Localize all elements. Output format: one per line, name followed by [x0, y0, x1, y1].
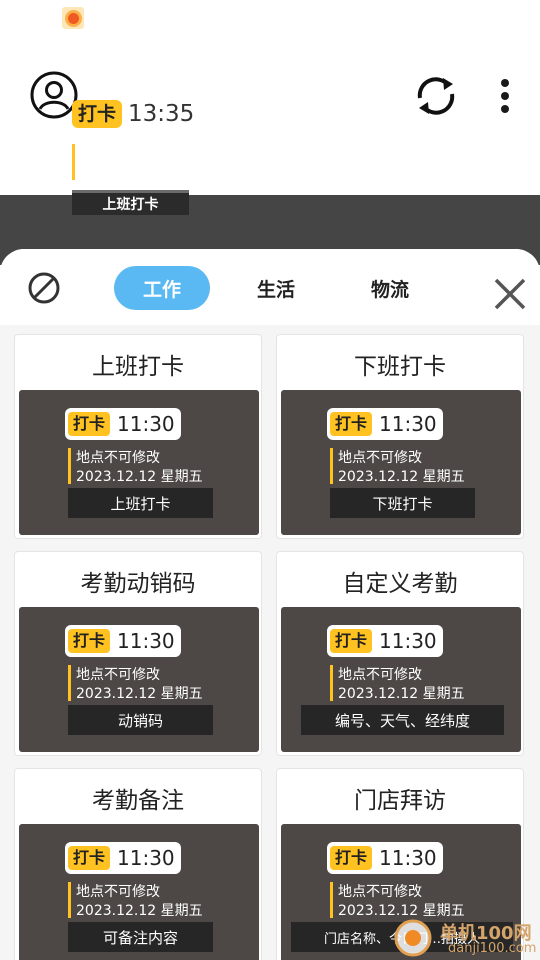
- preview-badge: 打卡: [68, 629, 111, 653]
- preview-stamp: 打卡 11:30: [65, 408, 181, 440]
- preview-date: 2023.12.12 星期五: [338, 686, 465, 702]
- profile-icon[interactable]: [30, 71, 78, 119]
- card-title: 自定义考勤: [342, 571, 458, 597]
- preview-stamp: 打卡 11:30: [65, 842, 181, 874]
- preview-date: 2023.12.12 星期五: [76, 903, 203, 919]
- preview-stamp: 打卡 11:30: [327, 842, 443, 874]
- preview-label: 上班打卡: [68, 488, 213, 518]
- tab-logistics[interactable]: 物流: [350, 266, 430, 310]
- preview-label: 可备注内容: [68, 922, 213, 952]
- watermark-template-sheet: 工作 生活 物流 上班打卡 打卡 11:30 地点不可修改 2023.12.12…: [0, 249, 540, 960]
- preview-accent-line: [330, 448, 333, 484]
- card-title: 考勤动销码: [80, 571, 196, 597]
- stamp-label: 上班打卡: [72, 190, 189, 215]
- preview-location: 地点不可修改: [338, 884, 422, 900]
- preview-date: 2023.12.12 星期五: [76, 469, 203, 485]
- card-title: 上班打卡: [92, 354, 184, 380]
- preview-time: 11:30: [379, 846, 437, 870]
- camera-preview-area: 打卡 13:35: [0, 40, 540, 195]
- preview-location: 地点不可修改: [338, 450, 422, 466]
- template-preview: 打卡 11:30 地点不可修改 2023.12.12 星期五 可备注内容: [19, 824, 259, 960]
- template-card-remark[interactable]: 考勤备注 打卡 11:30 地点不可修改 2023.12.12 星期五 可备注内…: [14, 768, 262, 960]
- template-card-clock-in[interactable]: 上班打卡 打卡 11:30 地点不可修改 2023.12.12 星期五 上班打卡: [14, 334, 262, 539]
- stamp-accent-line: [72, 144, 75, 180]
- preview-location: 地点不可修改: [338, 667, 422, 683]
- preview-label: 动销码: [68, 705, 213, 735]
- tab-work[interactable]: 工作: [114, 266, 210, 310]
- close-icon[interactable]: [490, 274, 530, 314]
- template-preview: 打卡 11:30 地点不可修改 2023.12.12 星期五 编号、天气、经纬度: [281, 607, 521, 752]
- stamp-badge: 打卡: [72, 100, 123, 128]
- preview-time: 11:30: [117, 412, 175, 436]
- tab-life[interactable]: 生活: [236, 266, 316, 310]
- weather-notification-icon: [62, 7, 84, 29]
- preview-badge: 打卡: [68, 846, 111, 870]
- preview-accent-line: [330, 665, 333, 701]
- template-preview: 打卡 11:30 地点不可修改 2023.12.12 星期五 下班打卡: [281, 390, 521, 535]
- watermark-stamp[interactable]: 打卡 13:35: [72, 100, 194, 128]
- preview-time: 11:30: [379, 629, 437, 653]
- template-preview: 打卡 11:30 地点不可修改 2023.12.12 星期五 上班打卡: [19, 390, 259, 535]
- status-bar: [0, 0, 540, 40]
- preview-location: 地点不可修改: [76, 667, 160, 683]
- preview-stamp: 打卡 11:30: [327, 408, 443, 440]
- site-watermark-url: danji100.com: [448, 941, 537, 956]
- preview-label: 下班打卡: [330, 488, 475, 518]
- preview-time: 11:30: [117, 629, 175, 653]
- preview-accent-line: [68, 882, 71, 918]
- template-preview: 打卡 11:30 地点不可修改 2023.12.12 星期五 动销码: [19, 607, 259, 752]
- refresh-icon[interactable]: [412, 72, 460, 120]
- preview-time: 11:30: [117, 846, 175, 870]
- preview-stamp: 打卡 11:30: [65, 625, 181, 657]
- preview-badge: 打卡: [68, 412, 111, 436]
- preview-stamp: 打卡 11:30: [327, 625, 443, 657]
- preview-accent-line: [330, 882, 333, 918]
- preview-time: 11:30: [379, 412, 437, 436]
- preview-badge: 打卡: [330, 629, 373, 653]
- preview-badge: 打卡: [330, 846, 373, 870]
- card-title: 考勤备注: [92, 788, 184, 814]
- stamp-time: 13:35: [128, 101, 195, 127]
- preview-date: 2023.12.12 星期五: [338, 469, 465, 485]
- template-card-custom[interactable]: 自定义考勤 打卡 11:30 地点不可修改 2023.12.12 星期五 编号、…: [276, 551, 524, 756]
- more-options-icon[interactable]: [488, 76, 522, 116]
- preview-location: 地点不可修改: [76, 884, 160, 900]
- template-card-clock-out[interactable]: 下班打卡 打卡 11:30 地点不可修改 2023.12.12 星期五 下班打卡: [276, 334, 524, 539]
- card-title: 门店拜访: [354, 788, 446, 814]
- preview-location: 地点不可修改: [76, 450, 160, 466]
- preview-accent-line: [68, 448, 71, 484]
- category-tab-bar: 工作 生活 物流: [0, 249, 540, 325]
- preview-label: 编号、天气、经纬度: [301, 705, 504, 735]
- card-title: 下班打卡: [354, 354, 446, 380]
- preview-date: 2023.12.12 星期五: [76, 686, 203, 702]
- no-watermark-icon[interactable]: [27, 271, 61, 305]
- template-card-sales-code[interactable]: 考勤动销码 打卡 11:30 地点不可修改 2023.12.12 星期五 动销码: [14, 551, 262, 756]
- preview-badge: 打卡: [330, 412, 373, 436]
- preview-accent-line: [68, 665, 71, 701]
